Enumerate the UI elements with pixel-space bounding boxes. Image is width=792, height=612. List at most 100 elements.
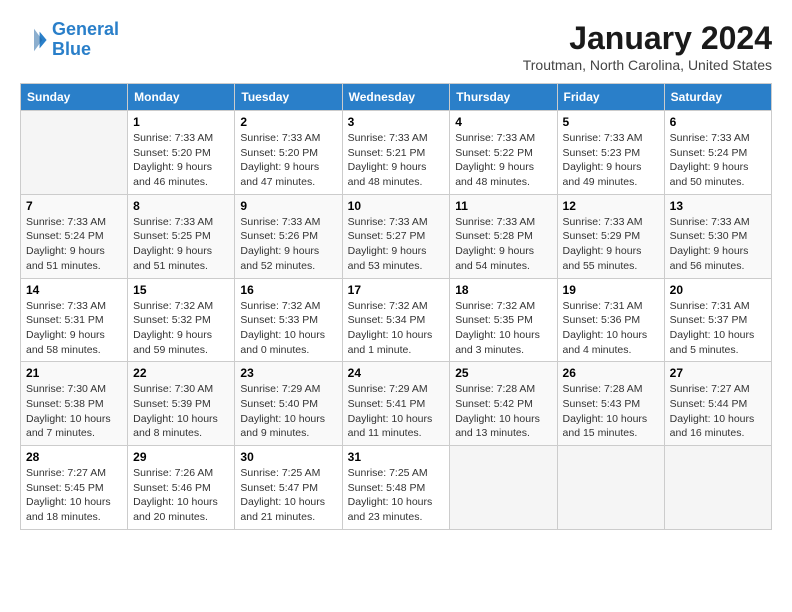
calendar-cell: 30 Sunrise: 7:25 AMSunset: 5:47 PMDaylig… (235, 446, 342, 530)
calendar-cell: 19 Sunrise: 7:31 AMSunset: 5:36 PMDaylig… (557, 278, 664, 362)
day-number: 3 (348, 115, 445, 129)
calendar-cell (664, 446, 771, 530)
day-detail: Sunrise: 7:33 AMSunset: 5:21 PMDaylight:… (348, 131, 445, 190)
day-number: 31 (348, 450, 445, 464)
calendar-cell: 3 Sunrise: 7:33 AMSunset: 5:21 PMDayligh… (342, 111, 450, 195)
day-number: 11 (455, 199, 551, 213)
calendar-cell: 4 Sunrise: 7:33 AMSunset: 5:22 PMDayligh… (450, 111, 557, 195)
day-number: 2 (240, 115, 336, 129)
logo-icon (20, 26, 48, 54)
weekday-header-sunday: Sunday (21, 84, 128, 111)
calendar-week-4: 21 Sunrise: 7:30 AMSunset: 5:38 PMDaylig… (21, 362, 772, 446)
day-number: 4 (455, 115, 551, 129)
calendar-cell: 28 Sunrise: 7:27 AMSunset: 5:45 PMDaylig… (21, 446, 128, 530)
calendar-week-5: 28 Sunrise: 7:27 AMSunset: 5:45 PMDaylig… (21, 446, 772, 530)
calendar-cell: 20 Sunrise: 7:31 AMSunset: 5:37 PMDaylig… (664, 278, 771, 362)
day-number: 18 (455, 283, 551, 297)
weekday-header-thursday: Thursday (450, 84, 557, 111)
calendar-cell: 29 Sunrise: 7:26 AMSunset: 5:46 PMDaylig… (128, 446, 235, 530)
day-number: 29 (133, 450, 229, 464)
day-number: 17 (348, 283, 445, 297)
calendar-cell (557, 446, 664, 530)
day-number: 1 (133, 115, 229, 129)
day-detail: Sunrise: 7:27 AMSunset: 5:44 PMDaylight:… (670, 382, 766, 441)
calendar-body: 1 Sunrise: 7:33 AMSunset: 5:20 PMDayligh… (21, 111, 772, 530)
logo-text: General Blue (52, 20, 119, 60)
title-block: January 2024 Troutman, North Carolina, U… (523, 20, 772, 73)
calendar-cell: 25 Sunrise: 7:28 AMSunset: 5:42 PMDaylig… (450, 362, 557, 446)
day-detail: Sunrise: 7:31 AMSunset: 5:36 PMDaylight:… (563, 299, 659, 358)
day-detail: Sunrise: 7:33 AMSunset: 5:24 PMDaylight:… (26, 215, 122, 274)
calendar-table: SundayMondayTuesdayWednesdayThursdayFrid… (20, 83, 772, 530)
calendar-cell: 13 Sunrise: 7:33 AMSunset: 5:30 PMDaylig… (664, 194, 771, 278)
calendar-cell: 22 Sunrise: 7:30 AMSunset: 5:39 PMDaylig… (128, 362, 235, 446)
day-detail: Sunrise: 7:27 AMSunset: 5:45 PMDaylight:… (26, 466, 122, 525)
day-detail: Sunrise: 7:33 AMSunset: 5:28 PMDaylight:… (455, 215, 551, 274)
calendar-week-2: 7 Sunrise: 7:33 AMSunset: 5:24 PMDayligh… (21, 194, 772, 278)
day-detail: Sunrise: 7:29 AMSunset: 5:41 PMDaylight:… (348, 382, 445, 441)
day-detail: Sunrise: 7:33 AMSunset: 5:22 PMDaylight:… (455, 131, 551, 190)
logo-general: General (52, 19, 119, 39)
calendar-cell: 21 Sunrise: 7:30 AMSunset: 5:38 PMDaylig… (21, 362, 128, 446)
calendar-cell: 24 Sunrise: 7:29 AMSunset: 5:41 PMDaylig… (342, 362, 450, 446)
page-header: General Blue January 2024 Troutman, Nort… (20, 20, 772, 73)
calendar-cell: 2 Sunrise: 7:33 AMSunset: 5:20 PMDayligh… (235, 111, 342, 195)
day-detail: Sunrise: 7:33 AMSunset: 5:20 PMDaylight:… (133, 131, 229, 190)
day-number: 24 (348, 366, 445, 380)
location: Troutman, North Carolina, United States (523, 57, 772, 73)
day-detail: Sunrise: 7:30 AMSunset: 5:38 PMDaylight:… (26, 382, 122, 441)
day-detail: Sunrise: 7:33 AMSunset: 5:23 PMDaylight:… (563, 131, 659, 190)
day-number: 5 (563, 115, 659, 129)
day-number: 27 (670, 366, 766, 380)
calendar-cell: 18 Sunrise: 7:32 AMSunset: 5:35 PMDaylig… (450, 278, 557, 362)
day-number: 21 (26, 366, 122, 380)
day-number: 6 (670, 115, 766, 129)
day-number: 7 (26, 199, 122, 213)
day-detail: Sunrise: 7:33 AMSunset: 5:20 PMDaylight:… (240, 131, 336, 190)
day-detail: Sunrise: 7:32 AMSunset: 5:33 PMDaylight:… (240, 299, 336, 358)
calendar-cell: 10 Sunrise: 7:33 AMSunset: 5:27 PMDaylig… (342, 194, 450, 278)
calendar-cell (450, 446, 557, 530)
day-detail: Sunrise: 7:33 AMSunset: 5:24 PMDaylight:… (670, 131, 766, 190)
day-detail: Sunrise: 7:33 AMSunset: 5:25 PMDaylight:… (133, 215, 229, 274)
logo: General Blue (20, 20, 119, 60)
calendar-cell: 5 Sunrise: 7:33 AMSunset: 5:23 PMDayligh… (557, 111, 664, 195)
day-number: 26 (563, 366, 659, 380)
day-detail: Sunrise: 7:29 AMSunset: 5:40 PMDaylight:… (240, 382, 336, 441)
day-number: 9 (240, 199, 336, 213)
day-number: 14 (26, 283, 122, 297)
day-detail: Sunrise: 7:33 AMSunset: 5:31 PMDaylight:… (26, 299, 122, 358)
day-detail: Sunrise: 7:32 AMSunset: 5:35 PMDaylight:… (455, 299, 551, 358)
day-number: 23 (240, 366, 336, 380)
day-detail: Sunrise: 7:32 AMSunset: 5:32 PMDaylight:… (133, 299, 229, 358)
day-detail: Sunrise: 7:32 AMSunset: 5:34 PMDaylight:… (348, 299, 445, 358)
calendar-cell: 31 Sunrise: 7:25 AMSunset: 5:48 PMDaylig… (342, 446, 450, 530)
day-detail: Sunrise: 7:28 AMSunset: 5:43 PMDaylight:… (563, 382, 659, 441)
calendar-cell: 11 Sunrise: 7:33 AMSunset: 5:28 PMDaylig… (450, 194, 557, 278)
weekday-header-tuesday: Tuesday (235, 84, 342, 111)
day-detail: Sunrise: 7:25 AMSunset: 5:48 PMDaylight:… (348, 466, 445, 525)
calendar-cell: 16 Sunrise: 7:32 AMSunset: 5:33 PMDaylig… (235, 278, 342, 362)
day-number: 13 (670, 199, 766, 213)
calendar-cell: 23 Sunrise: 7:29 AMSunset: 5:40 PMDaylig… (235, 362, 342, 446)
calendar-cell: 26 Sunrise: 7:28 AMSunset: 5:43 PMDaylig… (557, 362, 664, 446)
calendar-week-3: 14 Sunrise: 7:33 AMSunset: 5:31 PMDaylig… (21, 278, 772, 362)
calendar-cell: 27 Sunrise: 7:27 AMSunset: 5:44 PMDaylig… (664, 362, 771, 446)
weekday-header-wednesday: Wednesday (342, 84, 450, 111)
calendar-cell (21, 111, 128, 195)
day-number: 22 (133, 366, 229, 380)
calendar-cell: 8 Sunrise: 7:33 AMSunset: 5:25 PMDayligh… (128, 194, 235, 278)
day-number: 8 (133, 199, 229, 213)
weekday-header-monday: Monday (128, 84, 235, 111)
day-detail: Sunrise: 7:30 AMSunset: 5:39 PMDaylight:… (133, 382, 229, 441)
calendar-cell: 1 Sunrise: 7:33 AMSunset: 5:20 PMDayligh… (128, 111, 235, 195)
calendar-cell: 15 Sunrise: 7:32 AMSunset: 5:32 PMDaylig… (128, 278, 235, 362)
day-number: 12 (563, 199, 659, 213)
day-detail: Sunrise: 7:26 AMSunset: 5:46 PMDaylight:… (133, 466, 229, 525)
calendar-cell: 14 Sunrise: 7:33 AMSunset: 5:31 PMDaylig… (21, 278, 128, 362)
day-number: 19 (563, 283, 659, 297)
day-number: 16 (240, 283, 336, 297)
day-number: 15 (133, 283, 229, 297)
calendar-cell: 17 Sunrise: 7:32 AMSunset: 5:34 PMDaylig… (342, 278, 450, 362)
day-detail: Sunrise: 7:33 AMSunset: 5:29 PMDaylight:… (563, 215, 659, 274)
